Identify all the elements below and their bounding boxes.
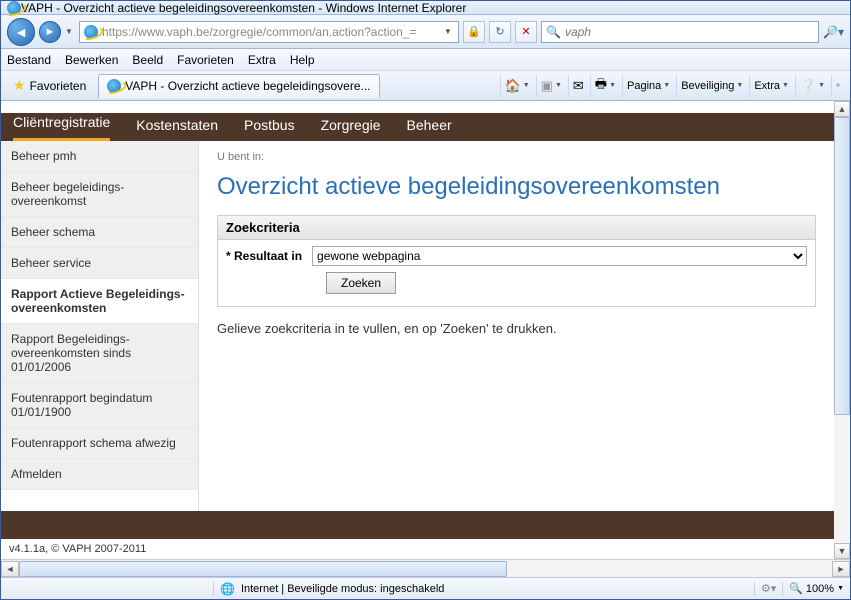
protected-mode-icon[interactable]: ⚙▾ — [761, 582, 776, 595]
panel-head: Zoekcriteria — [218, 216, 815, 240]
nav-zorgregie[interactable]: Zorgregie — [321, 117, 381, 141]
app-nav: Cliëntregistratie Kostenstaten Postbus Z… — [1, 101, 834, 141]
result-label: * Resultaat in — [226, 249, 302, 263]
result-select[interactable]: gewone webpagina — [312, 246, 807, 266]
version-text: v4.1.1a, © VAPH 2007-2011 — [1, 539, 834, 559]
viewport: Cliëntregistratie Kostenstaten Postbus Z… — [1, 101, 850, 577]
url-input[interactable] — [102, 25, 440, 39]
nav-clientregistratie[interactable]: Cliëntregistratie — [13, 114, 110, 141]
expand-icon[interactable]: » — [831, 75, 844, 97]
search-button[interactable]: Zoeken — [326, 272, 396, 294]
feeds-button[interactable]: ▣▼ — [536, 75, 566, 97]
titlebar: VAPH - Overzicht actieve begeleidingsove… — [1, 1, 850, 15]
address-dropdown[interactable]: ▼ — [444, 27, 454, 36]
search-box[interactable]: 🔍 — [541, 21, 819, 43]
search-go-icon[interactable]: 🔎▾ — [823, 25, 844, 39]
star-icon: ★ — [13, 77, 26, 94]
sidebar-item-foutenrapport-schema[interactable]: Foutenrapport schema afwezig — [1, 428, 198, 459]
menu-favorieten[interactable]: Favorieten — [177, 53, 234, 67]
page-menu[interactable]: Pagina▼ — [622, 75, 674, 97]
back-button[interactable]: ◄ — [7, 18, 35, 46]
nav-kostenstaten[interactable]: Kostenstaten — [136, 117, 218, 141]
app-body: Beheer pmh Beheer begeleidings-overeenko… — [1, 141, 834, 511]
panel-body: * Resultaat in gewone webpagina Zoeken — [218, 240, 815, 306]
favorites-label: Favorieten — [30, 79, 87, 93]
breadcrumb: U bent in: — [217, 151, 816, 163]
favorites-row: ★ Favorieten VAPH - Overzicht actieve be… — [1, 71, 850, 101]
home-button[interactable]: 🏠▼ — [500, 75, 534, 97]
stop-button[interactable]: ✕ — [515, 21, 537, 43]
sidebar-item-beheer-service[interactable]: Beheer service — [1, 248, 198, 279]
scroll-left-arrow[interactable]: ◄ — [1, 561, 19, 577]
statusbar: 🌐 Internet | Beveiligde modus: ingeschak… — [1, 577, 850, 599]
ie-icon — [84, 25, 98, 39]
result-row: * Resultaat in gewone webpagina — [226, 246, 807, 266]
sidebar-item-beheer-pmh[interactable]: Beheer pmh — [1, 141, 198, 172]
navbar: ◄ ► ▼ ▼ 🔒 ↻ ✕ 🔍 🔎▾ — [1, 15, 850, 49]
menu-help[interactable]: Help — [290, 53, 315, 67]
security-zone-text: Internet | Beveiligde modus: ingeschakel… — [241, 583, 444, 595]
horizontal-scrollbar[interactable]: ◄ ► — [1, 559, 850, 577]
tab-title: VAPH - Overzicht actieve begeleidingsove… — [125, 79, 370, 93]
home-icon: 🏠 — [505, 78, 521, 94]
scroll-right-arrow[interactable]: ► — [832, 561, 850, 577]
sidebar-item-rapport-actieve[interactable]: Rapport Actieve Begeleidings-overeenkoms… — [1, 279, 198, 324]
menu-bewerken[interactable]: Bewerken — [65, 53, 118, 67]
zoom-value: 100% — [806, 583, 834, 595]
security-menu[interactable]: Beveiliging▼ — [676, 75, 747, 97]
menu-bestand[interactable]: Bestand — [7, 53, 51, 67]
favorites-button[interactable]: ★ Favorieten — [7, 75, 92, 96]
command-bar: 🏠▼ ▣▼ ✉ 🖶▼ Pagina▼ Beveiliging▼ Extra▼ ❔… — [500, 75, 844, 97]
instruction-text: Gelieve zoekcriteria in te vullen, en op… — [217, 321, 816, 336]
scroll-thumb-h[interactable] — [19, 561, 507, 577]
nav-history-dropdown[interactable]: ▼ — [65, 27, 75, 36]
browser-window: VAPH - Overzicht actieve begeleidingsove… — [0, 0, 851, 600]
help-icon: ❔ — [800, 78, 816, 94]
forward-button[interactable]: ► — [39, 21, 61, 43]
rss-icon: ▣ — [541, 78, 553, 94]
page-title: Overzicht actieve begeleidingsovereenkom… — [217, 173, 816, 201]
scroll-up-arrow[interactable]: ▲ — [834, 101, 850, 117]
sidebar-item-rapport-sinds[interactable]: Rapport Begeleidings-overeenkomsten sind… — [1, 324, 198, 383]
main-content: U bent in: Overzicht actieve begeleiding… — [199, 141, 834, 511]
extra-menu[interactable]: Extra▼ — [749, 75, 793, 97]
scroll-down-arrow[interactable]: ▼ — [834, 543, 850, 559]
app-footer — [1, 511, 834, 539]
globe-icon: 🌐 — [220, 582, 235, 596]
zoom-control[interactable]: 🔍 100% ▼ — [789, 582, 844, 595]
lock-icon[interactable]: 🔒 — [463, 21, 485, 43]
search-icon: 🔍 — [546, 25, 561, 39]
scroll-thumb[interactable] — [834, 117, 850, 415]
nav-postbus[interactable]: Postbus — [244, 117, 295, 141]
app-content: Cliëntregistratie Kostenstaten Postbus Z… — [1, 101, 850, 559]
scroll-track-h[interactable] — [19, 561, 832, 577]
refresh-button[interactable]: ↻ — [489, 21, 511, 43]
search-criteria-panel: Zoekcriteria * Resultaat in gewone webpa… — [217, 215, 816, 307]
help-button[interactable]: ❔▼ — [795, 75, 829, 97]
chevron-down-icon: ▼ — [837, 585, 844, 592]
sidebar-item-foutenrapport-begin[interactable]: Foutenrapport begindatum 01/01/1900 — [1, 383, 198, 428]
browser-tab[interactable]: VAPH - Overzicht actieve begeleidingsove… — [98, 74, 379, 98]
nav-beheer[interactable]: Beheer — [407, 117, 452, 141]
ie-menubar: Bestand Bewerken Beeld Favorieten Extra … — [1, 49, 850, 71]
mail-icon: ✉ — [573, 78, 584, 94]
menu-extra[interactable]: Extra — [248, 53, 276, 67]
ie-icon — [7, 1, 21, 15]
sidebar: Beheer pmh Beheer begeleidings-overeenko… — [1, 141, 199, 511]
print-icon: 🖶 — [595, 75, 607, 97]
ie-icon — [107, 79, 121, 93]
sidebar-item-beheer-schema[interactable]: Beheer schema — [1, 217, 198, 248]
print-button[interactable]: 🖶▼ — [590, 75, 620, 97]
search-input[interactable] — [565, 25, 814, 39]
menu-beeld[interactable]: Beeld — [132, 53, 163, 67]
vertical-scrollbar[interactable]: ▲ ▼ — [834, 101, 850, 559]
window-title: VAPH - Overzicht actieve begeleidingsove… — [21, 1, 844, 15]
scroll-track[interactable] — [834, 117, 850, 543]
sidebar-item-beheer-begeleiding[interactable]: Beheer begeleidings-overeenkomst — [1, 172, 198, 217]
zoom-icon: 🔍 — [789, 582, 803, 595]
sidebar-item-afmelden[interactable]: Afmelden — [1, 459, 198, 490]
mail-button[interactable]: ✉ — [568, 75, 588, 97]
address-bar[interactable]: ▼ — [79, 21, 459, 43]
